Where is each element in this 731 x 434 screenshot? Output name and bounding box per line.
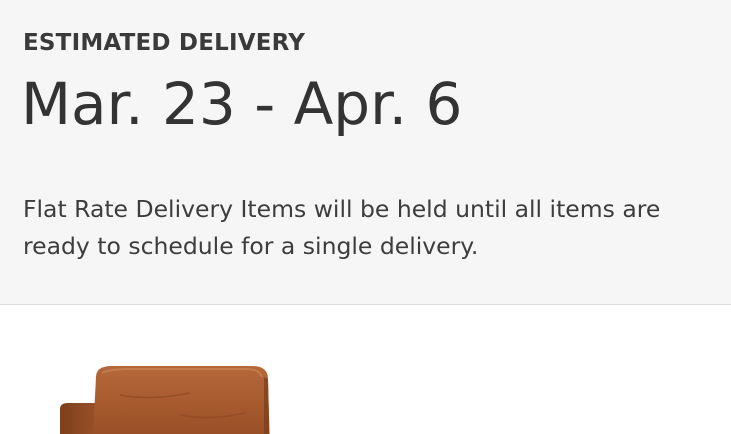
- armchair-left-arm: [60, 403, 98, 434]
- armchair-product-image[interactable]: [40, 355, 300, 434]
- product-card: [0, 305, 731, 434]
- armchair-back-cushion: [93, 366, 270, 434]
- estimated-delivery-panel: ESTIMATED DELIVERY Mar. 23 - Apr. 6 Flat…: [0, 0, 731, 305]
- delivery-note: Flat Rate Delivery Items will be held un…: [23, 195, 661, 260]
- estimated-delivery-heading: ESTIMATED DELIVERY: [23, 30, 306, 56]
- delivery-date-range: Mar. 23 - Apr. 6: [21, 70, 463, 138]
